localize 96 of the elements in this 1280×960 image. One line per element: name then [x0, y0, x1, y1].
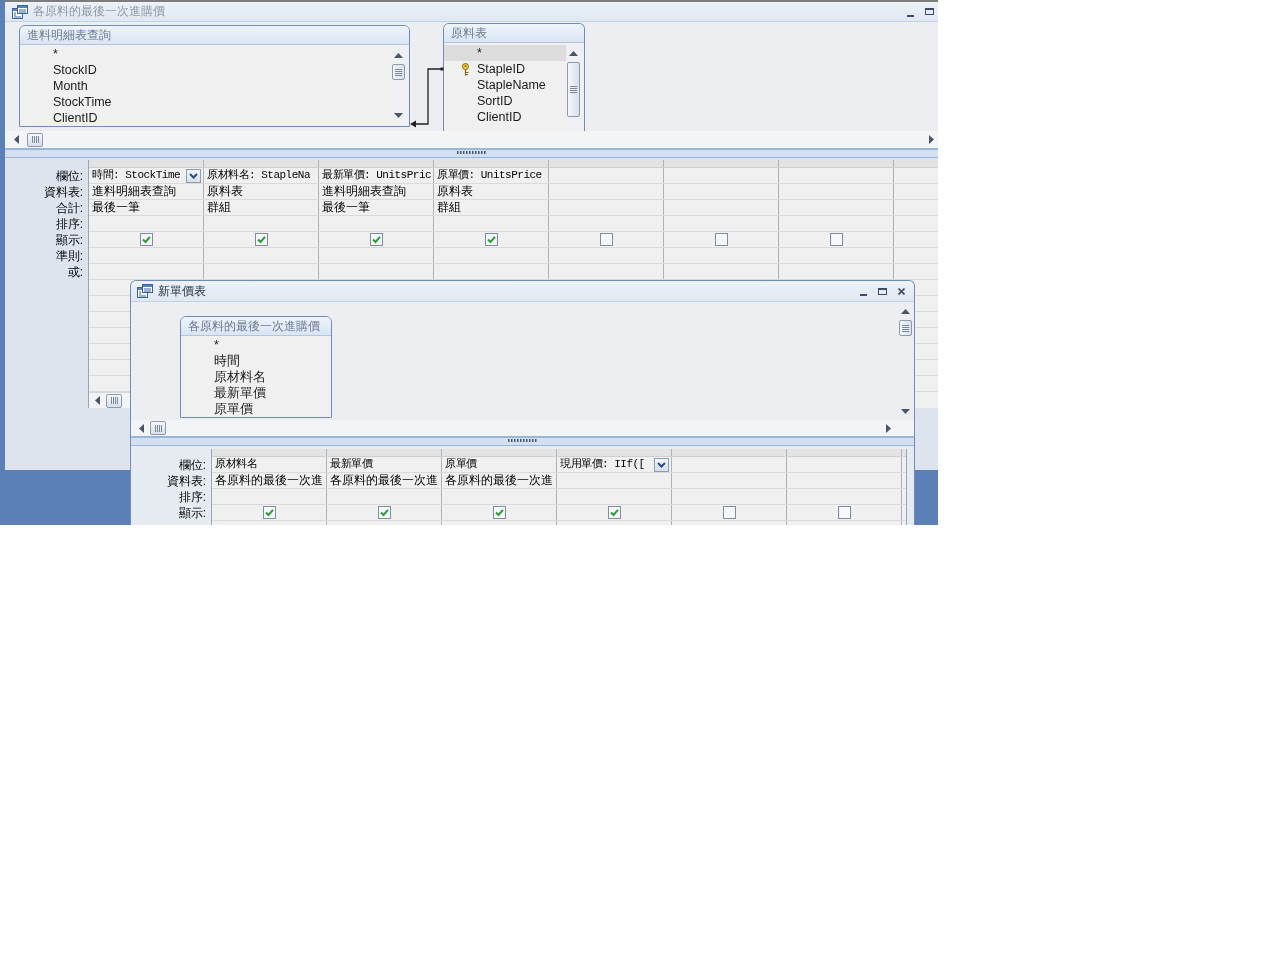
field-list-item[interactable]: Month — [20, 78, 391, 94]
field-list-item[interactable]: 時間 — [181, 353, 331, 369]
scroll-left-icon[interactable] — [14, 135, 19, 144]
field-list-item[interactable]: * — [444, 45, 566, 61]
show-checkbox[interactable] — [377, 506, 391, 519]
scroll-right-icon[interactable] — [886, 423, 891, 433]
show-checkbox[interactable] — [714, 233, 728, 246]
table-name: 原料表 — [206, 184, 243, 199]
table-name: 原料表 — [436, 184, 473, 199]
field-expression: 現用單價: IIf([ — [559, 457, 645, 472]
vertical-scrollbar[interactable] — [566, 43, 581, 131]
show-checkbox[interactable] — [262, 506, 276, 519]
table-icon — [137, 284, 153, 298]
table-name: 各原料的最後一次進 — [444, 473, 553, 488]
scroll-up-icon[interactable] — [394, 53, 403, 58]
field-list-item[interactable]: StockTime — [20, 94, 391, 110]
table-icon — [12, 4, 28, 19]
scrollbar-thumb[interactable] — [567, 62, 580, 117]
field-expression: 最新單價: UnitsPric — [321, 168, 432, 183]
row-label: 資料表: — [166, 473, 206, 489]
scrollbar-thumb[interactable] — [150, 421, 166, 435]
row-label: 準則: — [55, 248, 83, 264]
grip-icon[interactable] — [507, 439, 538, 442]
window-title: 各原料的最後一次進購價 — [33, 3, 165, 20]
total-function: 群組 — [206, 200, 231, 215]
row-label: 欄位: — [55, 168, 83, 184]
row-label: 或: — [67, 264, 83, 280]
show-checkbox[interactable] — [139, 233, 153, 246]
field-list-item[interactable]: 原單價 — [181, 401, 331, 417]
field-list-item[interactable]: StapleID — [444, 61, 566, 77]
show-checkbox[interactable] — [829, 233, 843, 246]
maximize-icon[interactable] — [925, 8, 934, 15]
scrollbar-thumb[interactable] — [27, 132, 43, 147]
minimize-icon[interactable] — [907, 14, 914, 17]
show-checkbox[interactable] — [599, 233, 613, 246]
vertical-scrollbar[interactable] — [391, 45, 406, 126]
table-title: 進料明細表查詢 — [20, 26, 409, 45]
chevron-down-icon — [189, 172, 198, 179]
dropdown-button[interactable] — [654, 457, 669, 472]
table-name: 各原料的最後一次進 — [329, 473, 438, 488]
field-list-item[interactable]: ClientID — [20, 110, 391, 126]
row-label: 資料表: — [43, 184, 83, 200]
show-checkbox[interactable] — [722, 506, 736, 519]
grip-icon[interactable] — [456, 151, 487, 154]
scrollbar-thumb[interactable] — [392, 64, 405, 80]
field-list-item[interactable]: * — [181, 337, 331, 353]
scroll-right-icon[interactable] — [929, 135, 934, 144]
field-list-item[interactable]: * — [20, 46, 391, 62]
table-title: 原料表 — [444, 24, 584, 43]
horizontal-scrollbar[interactable] — [89, 392, 131, 408]
row-label: 合計: — [55, 200, 83, 216]
total-function: 最後一筆 — [91, 200, 140, 215]
dropdown-button[interactable] — [186, 168, 201, 183]
window-title: 新單價表 — [158, 282, 206, 300]
table-name: 進料明細表查詢 — [91, 184, 176, 199]
show-checkbox[interactable] — [837, 506, 851, 519]
field-list-item[interactable]: StockID — [20, 62, 391, 78]
table-name: 各原料的最後一次進 — [214, 473, 323, 488]
scroll-down-icon[interactable] — [394, 113, 403, 118]
row-label: 顯示: — [178, 505, 206, 521]
field-expression: 時間: StockTime — [91, 168, 181, 183]
chevron-down-icon — [657, 461, 666, 468]
field-expression: 原材料名: StapleNa — [206, 168, 310, 183]
field-expression: 最新單價 — [329, 457, 372, 472]
table-title: 各原料的最後一次進購價 — [181, 317, 331, 336]
maximize-icon[interactable] — [878, 287, 887, 295]
scrollbar-thumb[interactable] — [899, 320, 912, 336]
join-line — [410, 67, 444, 128]
horizontal-scrollbar[interactable] — [131, 420, 914, 436]
scrollbar-thumb[interactable] — [106, 393, 122, 408]
field-expression: 原材料名 — [214, 457, 257, 472]
scroll-up-icon[interactable] — [901, 309, 910, 314]
field-list-item[interactable]: ClientID — [444, 109, 566, 125]
total-function: 最後一筆 — [321, 200, 370, 215]
field-list-item[interactable]: 最新單價 — [181, 385, 331, 401]
row-label: 欄位: — [178, 457, 206, 473]
row-label: 顯示: — [55, 232, 83, 248]
scroll-up-icon[interactable] — [569, 51, 578, 56]
field-list-item[interactable]: 原材料名 — [181, 369, 331, 385]
close-icon[interactable] — [898, 287, 905, 295]
total-function: 群組 — [436, 200, 461, 215]
horizontal-scrollbar[interactable] — [5, 131, 938, 148]
show-checkbox[interactable] — [607, 506, 621, 519]
scroll-left-icon[interactable] — [139, 423, 144, 433]
field-expression: 原單價 — [444, 457, 477, 472]
field-expression: 原單價: UnitsPrice — [436, 168, 542, 183]
field-list-item[interactable]: StapleName — [444, 77, 566, 93]
show-checkbox[interactable] — [492, 506, 506, 519]
show-checkbox[interactable] — [484, 233, 498, 246]
show-checkbox[interactable] — [254, 233, 268, 246]
row-label: 排序: — [55, 216, 83, 232]
table-name: 進料明細表查詢 — [321, 184, 406, 199]
show-checkbox[interactable] — [369, 233, 383, 246]
row-label: 排序: — [178, 489, 206, 505]
scroll-left-icon[interactable] — [95, 396, 100, 405]
field-list-item[interactable]: SortID — [444, 93, 566, 109]
